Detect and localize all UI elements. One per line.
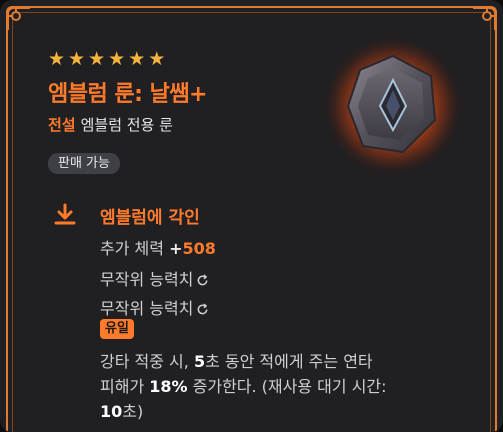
desc-value: 18% bbox=[149, 377, 188, 396]
section-title: 엠블럼에 각인 bbox=[100, 208, 200, 228]
star-rating: ★ ★ ★ ★ ★ ★ bbox=[48, 50, 165, 69]
stat-random-1: 무작위 능력치 bbox=[100, 266, 209, 290]
stat-label: 무작위 능력치 bbox=[100, 299, 194, 318]
desc-text: 증가한다. (재사용 대기 시간: bbox=[187, 377, 387, 396]
description-line: 10초) bbox=[100, 398, 143, 422]
stat-random-2: 무작위 능력치 bbox=[100, 295, 209, 319]
desc-text: 강타 적중 시, bbox=[100, 352, 194, 371]
unique-tag: 유일 bbox=[100, 319, 134, 339]
star-icon: ★ bbox=[128, 48, 146, 70]
desc-text: 초) bbox=[122, 402, 144, 421]
stat-sign: + bbox=[169, 239, 183, 258]
desc-value: 5 bbox=[193, 352, 206, 371]
item-rarity: 전설 bbox=[48, 116, 76, 134]
desc-value: 10 bbox=[100, 402, 123, 421]
desc-text: 초 동안 적에게 주는 연타 bbox=[205, 352, 373, 371]
description-line: 피해가 18% 증가한다. (재사용 대기 시간: bbox=[100, 373, 387, 397]
rune-gem-icon bbox=[318, 28, 468, 178]
stat-label: 추가 체력 bbox=[100, 239, 170, 258]
description-line: 강타 적중 시, 5초 동안 적에게 주는 연타 bbox=[100, 348, 373, 372]
download-arrow-icon bbox=[52, 202, 78, 228]
desc-text: 피해가 bbox=[100, 377, 150, 396]
reroll-icon bbox=[198, 274, 208, 286]
star-icon: ★ bbox=[48, 48, 66, 70]
stat-label: 무작위 능력치 bbox=[100, 270, 194, 289]
item-tooltip: ★ ★ ★ ★ ★ ★ 엠블럼 룬: 날쌤+ 전설엠블럼 전용 룬 판매 가능 bbox=[0, 0, 503, 432]
item-type: 엠블럼 전용 룬 bbox=[80, 116, 173, 134]
star-icon: ★ bbox=[68, 48, 86, 70]
sellable-badge: 판매 가능 bbox=[48, 153, 120, 174]
stat-value: 508 bbox=[182, 239, 216, 258]
item-name: 엠블럼 룬: 날쌤+ bbox=[48, 82, 208, 107]
corner-ornament-icon bbox=[4, 4, 34, 34]
star-icon: ★ bbox=[108, 48, 126, 70]
star-icon: ★ bbox=[88, 48, 106, 70]
stat-bonus-health: 추가 체력 +508 bbox=[100, 235, 216, 259]
corner-ornament-icon bbox=[469, 4, 499, 34]
reroll-icon bbox=[198, 303, 208, 315]
star-icon: ★ bbox=[148, 48, 166, 70]
item-subtitle: 전설 엠블럼 전용 룬 bbox=[48, 114, 173, 135]
